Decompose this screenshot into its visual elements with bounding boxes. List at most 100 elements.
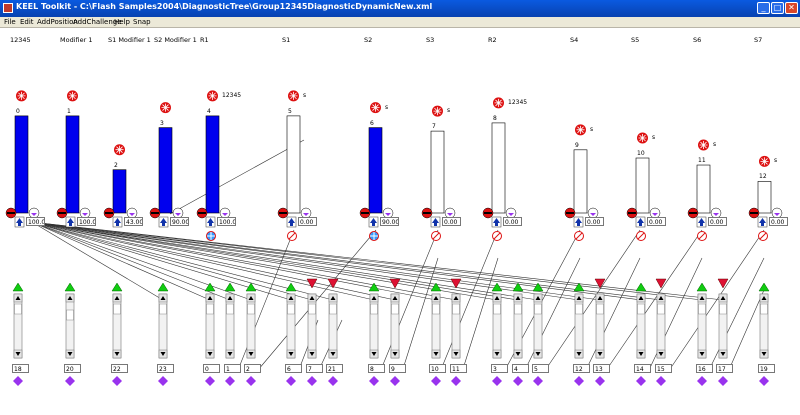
purple-diamond-icon[interactable] xyxy=(369,376,379,386)
slider-track[interactable] xyxy=(595,293,605,359)
slider-thumb[interactable] xyxy=(226,303,234,315)
green-triangle-icon[interactable] xyxy=(430,282,442,292)
green-triangle-icon[interactable] xyxy=(285,282,297,292)
bar[interactable] xyxy=(696,164,711,214)
purple-diamond-icon[interactable] xyxy=(759,376,769,386)
slider-track[interactable] xyxy=(697,293,707,359)
bar[interactable] xyxy=(368,127,383,214)
purple-diamond-icon[interactable] xyxy=(513,376,523,386)
value-field[interactable]: 0.00 xyxy=(647,217,666,226)
bar[interactable] xyxy=(65,115,80,214)
slider-track[interactable] xyxy=(205,293,215,359)
slider-value-field[interactable]: 20 xyxy=(64,364,81,373)
slider-thumb[interactable] xyxy=(657,303,665,315)
slider-track[interactable] xyxy=(656,293,666,359)
green-triangle-icon[interactable] xyxy=(512,282,524,292)
purple-diamond-icon[interactable] xyxy=(697,376,707,386)
purple-diamond-icon[interactable] xyxy=(286,376,296,386)
slider-thumb[interactable] xyxy=(637,303,645,315)
green-triangle-icon[interactable] xyxy=(758,282,770,292)
slider-thumb[interactable] xyxy=(159,303,167,315)
purple-diamond-icon[interactable] xyxy=(390,376,400,386)
green-triangle-icon[interactable] xyxy=(157,282,169,292)
value-field[interactable]: 90.00 xyxy=(380,217,399,226)
purple-diamond-icon[interactable] xyxy=(595,376,605,386)
bar[interactable] xyxy=(205,115,220,214)
slider-thumb[interactable] xyxy=(113,303,121,315)
slider-value-field[interactable]: 21 xyxy=(326,364,343,373)
slider-track[interactable] xyxy=(513,293,523,359)
slider-value-field[interactable]: 15 xyxy=(655,364,672,373)
value-field[interactable]: 0.00 xyxy=(298,217,317,226)
green-triangle-icon[interactable] xyxy=(696,282,708,292)
slider-value-field[interactable]: 11 xyxy=(450,364,467,373)
slider-value-field[interactable]: 6 xyxy=(285,364,302,373)
slider-track[interactable] xyxy=(158,293,168,359)
bar[interactable] xyxy=(14,115,29,214)
slider-thumb[interactable] xyxy=(329,303,337,315)
purple-diamond-icon[interactable] xyxy=(718,376,728,386)
purple-diamond-icon[interactable] xyxy=(431,376,441,386)
slider-value-field[interactable]: 13 xyxy=(593,364,610,373)
slider-track[interactable] xyxy=(65,293,75,359)
slider-value-field[interactable]: 3 xyxy=(491,364,508,373)
value-field[interactable]: 0.00 xyxy=(585,217,604,226)
maximize-button[interactable]: □ xyxy=(771,2,784,14)
purple-diamond-icon[interactable] xyxy=(492,376,502,386)
slider-thumb[interactable] xyxy=(391,303,399,315)
slider-thumb[interactable] xyxy=(432,303,440,315)
slider-track[interactable] xyxy=(390,293,400,359)
slider-thumb[interactable] xyxy=(760,303,768,315)
value-field[interactable]: 100.0 xyxy=(77,217,96,226)
bar[interactable] xyxy=(635,157,650,214)
red-triangle-icon[interactable] xyxy=(717,278,729,289)
slider-track[interactable] xyxy=(246,293,256,359)
slider-thumb[interactable] xyxy=(14,303,22,315)
slider-track[interactable] xyxy=(225,293,235,359)
slider-track[interactable] xyxy=(328,293,338,359)
slider-value-field[interactable]: 10 xyxy=(429,364,446,373)
purple-diamond-icon[interactable] xyxy=(246,376,256,386)
close-button[interactable]: ✕ xyxy=(785,2,798,14)
menu-snap[interactable]: Snap xyxy=(133,18,151,26)
value-field[interactable]: 90.00 xyxy=(170,217,189,226)
slider-value-field[interactable]: 0 xyxy=(203,364,220,373)
red-triangle-icon[interactable] xyxy=(327,278,339,289)
purple-diamond-icon[interactable] xyxy=(65,376,75,386)
slider-track[interactable] xyxy=(451,293,461,359)
green-triangle-icon[interactable] xyxy=(111,282,123,292)
purple-diamond-icon[interactable] xyxy=(205,376,215,386)
slider-track[interactable] xyxy=(533,293,543,359)
slider-value-field[interactable]: 2 xyxy=(244,364,261,373)
bar[interactable] xyxy=(158,127,173,214)
slider-thumb[interactable] xyxy=(287,303,295,315)
menu-edit[interactable]: Edit xyxy=(20,18,34,26)
bar[interactable] xyxy=(286,115,301,214)
slider-track[interactable] xyxy=(307,293,317,359)
slider-track[interactable] xyxy=(718,293,728,359)
green-triangle-icon[interactable] xyxy=(635,282,647,292)
value-field[interactable]: 0.00 xyxy=(708,217,727,226)
slider-thumb[interactable] xyxy=(534,303,542,315)
value-field[interactable]: 43.00 xyxy=(124,217,143,226)
title-bar[interactable]: KEEL Toolkit - C:\Flash Samples2004\Diag… xyxy=(0,0,800,17)
green-triangle-icon[interactable] xyxy=(224,282,236,292)
menu-help[interactable]: Help xyxy=(114,18,130,26)
slider-track[interactable] xyxy=(13,293,23,359)
green-triangle-icon[interactable] xyxy=(64,282,76,292)
menu-addposition[interactable]: AddPosition xyxy=(37,18,78,26)
slider-value-field[interactable]: 8 xyxy=(368,364,385,373)
purple-diamond-icon[interactable] xyxy=(451,376,461,386)
slider-thumb[interactable] xyxy=(719,303,727,315)
slider-value-field[interactable]: 1 xyxy=(224,364,241,373)
purple-diamond-icon[interactable] xyxy=(158,376,168,386)
purple-diamond-icon[interactable] xyxy=(533,376,543,386)
menu-file[interactable]: File xyxy=(4,18,16,26)
value-field[interactable]: 100.0 xyxy=(26,217,45,226)
value-field[interactable]: 0.00 xyxy=(503,217,522,226)
slider-value-field[interactable]: 18 xyxy=(12,364,29,373)
slider-track[interactable] xyxy=(286,293,296,359)
green-triangle-icon[interactable] xyxy=(491,282,503,292)
value-field[interactable]: 0.00 xyxy=(769,217,788,226)
purple-diamond-icon[interactable] xyxy=(112,376,122,386)
